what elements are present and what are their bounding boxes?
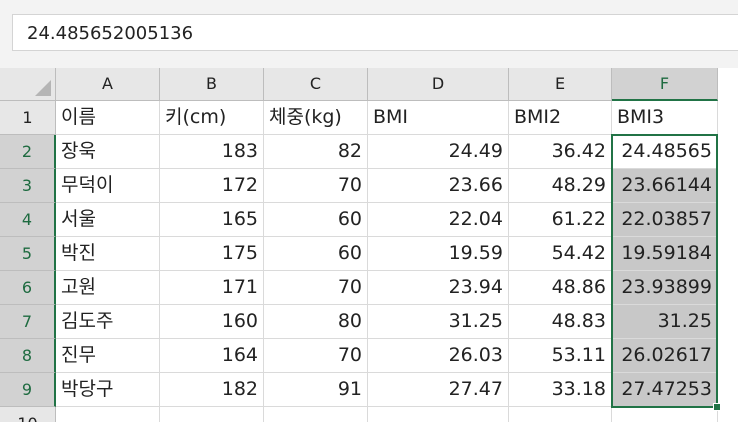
- cell-a10[interactable]: [56, 407, 160, 422]
- cell-e1[interactable]: BMI2: [509, 101, 612, 135]
- cell-e8[interactable]: 53.11: [509, 339, 612, 373]
- cell-e3[interactable]: 48.29: [509, 169, 612, 203]
- cell-c2[interactable]: 82: [264, 135, 368, 169]
- cell-f8[interactable]: 26.02617: [612, 339, 718, 373]
- cell-f2[interactable]: 24.48565: [612, 135, 718, 169]
- cell-d6[interactable]: 23.94: [368, 271, 509, 305]
- column-header-f[interactable]: F: [612, 68, 718, 101]
- row-header-4[interactable]: 4: [0, 203, 56, 237]
- cell-a4[interactable]: 서울: [56, 203, 160, 237]
- cell-c3[interactable]: 70: [264, 169, 368, 203]
- cell-e4[interactable]: 61.22: [509, 203, 612, 237]
- cell-d9[interactable]: 27.47: [368, 373, 509, 407]
- select-all-triangle-icon: [35, 80, 51, 96]
- cell-f5[interactable]: 19.59184: [612, 237, 718, 271]
- cell-a2[interactable]: 장욱: [56, 135, 160, 169]
- cell-d8[interactable]: 26.03: [368, 339, 509, 373]
- cell-f10[interactable]: [612, 407, 718, 422]
- cell-e9[interactable]: 33.18: [509, 373, 612, 407]
- cell-f6[interactable]: 23.93899: [612, 271, 718, 305]
- fill-handle[interactable]: [713, 403, 721, 411]
- cell-f3[interactable]: 23.66144: [612, 169, 718, 203]
- cell-d7[interactable]: 31.25: [368, 305, 509, 339]
- cell-c8[interactable]: 70: [264, 339, 368, 373]
- cell-f7[interactable]: 31.25: [612, 305, 718, 339]
- cell-b6[interactable]: 171: [160, 271, 264, 305]
- cell-b9[interactable]: 182: [160, 373, 264, 407]
- cell-d5[interactable]: 19.59: [368, 237, 509, 271]
- cell-a3[interactable]: 무덕이: [56, 169, 160, 203]
- cell-e7[interactable]: 48.83: [509, 305, 612, 339]
- cell-d4[interactable]: 22.04: [368, 203, 509, 237]
- row-header-10[interactable]: 10: [0, 407, 56, 422]
- cell-b4[interactable]: 165: [160, 203, 264, 237]
- row-header-7[interactable]: 7: [0, 305, 56, 339]
- cell-c6[interactable]: 70: [264, 271, 368, 305]
- formula-area: 24.485652005136: [0, 0, 738, 68]
- cell-c10[interactable]: [264, 407, 368, 422]
- column-header-a[interactable]: A: [56, 68, 160, 101]
- cell-a7[interactable]: 김도주: [56, 305, 160, 339]
- cell-f9[interactable]: 27.47253: [612, 373, 718, 407]
- cell-c1[interactable]: 체중(kg): [264, 101, 368, 135]
- cell-c5[interactable]: 60: [264, 237, 368, 271]
- cell-f4[interactable]: 22.03857: [612, 203, 718, 237]
- cell-d2[interactable]: 24.49: [368, 135, 509, 169]
- cell-d3[interactable]: 23.66: [368, 169, 509, 203]
- row-header-9[interactable]: 9: [0, 373, 56, 407]
- cell-e5[interactable]: 54.42: [509, 237, 612, 271]
- column-header-b[interactable]: B: [160, 68, 264, 101]
- spreadsheet-grid[interactable]: A B C D E F 1 이름 키(cm) 체중(kg) BMI BMI2 BMI3 2 장욱 183 82 2…: [0, 68, 738, 422]
- row-header-1[interactable]: 1: [0, 101, 56, 135]
- cell-b8[interactable]: 164: [160, 339, 264, 373]
- row-header-5[interactable]: 5: [0, 237, 56, 271]
- cell-a8[interactable]: 진무: [56, 339, 160, 373]
- row-header-2[interactable]: 2: [0, 135, 56, 169]
- cell-b10[interactable]: [160, 407, 264, 422]
- formula-bar[interactable]: 24.485652005136: [12, 14, 738, 51]
- cell-a5[interactable]: 박진: [56, 237, 160, 271]
- column-header-c[interactable]: C: [264, 68, 368, 101]
- cell-c7[interactable]: 80: [264, 305, 368, 339]
- cell-f1[interactable]: BMI3: [612, 101, 718, 135]
- cell-c4[interactable]: 60: [264, 203, 368, 237]
- cell-b5[interactable]: 175: [160, 237, 264, 271]
- cell-e10[interactable]: [509, 407, 612, 422]
- cell-a1[interactable]: 이름: [56, 101, 160, 135]
- cell-b7[interactable]: 160: [160, 305, 264, 339]
- column-header-e[interactable]: E: [509, 68, 612, 101]
- select-all-corner[interactable]: [0, 68, 56, 101]
- cell-a6[interactable]: 고원: [56, 271, 160, 305]
- row-header-8[interactable]: 8: [0, 339, 56, 373]
- column-header-d[interactable]: D: [368, 68, 509, 101]
- formula-value[interactable]: 24.485652005136: [27, 15, 193, 52]
- cell-d1[interactable]: BMI: [368, 101, 509, 135]
- row-header-6[interactable]: 6: [0, 271, 56, 305]
- cell-c9[interactable]: 91: [264, 373, 368, 407]
- cell-e6[interactable]: 48.86: [509, 271, 612, 305]
- cell-b3[interactable]: 172: [160, 169, 264, 203]
- cell-a9[interactable]: 박당구: [56, 373, 160, 407]
- cell-d10[interactable]: [368, 407, 509, 422]
- cell-b1[interactable]: 키(cm): [160, 101, 264, 135]
- row-header-3[interactable]: 3: [0, 169, 56, 203]
- cell-b2[interactable]: 183: [160, 135, 264, 169]
- cell-e2[interactable]: 36.42: [509, 135, 612, 169]
